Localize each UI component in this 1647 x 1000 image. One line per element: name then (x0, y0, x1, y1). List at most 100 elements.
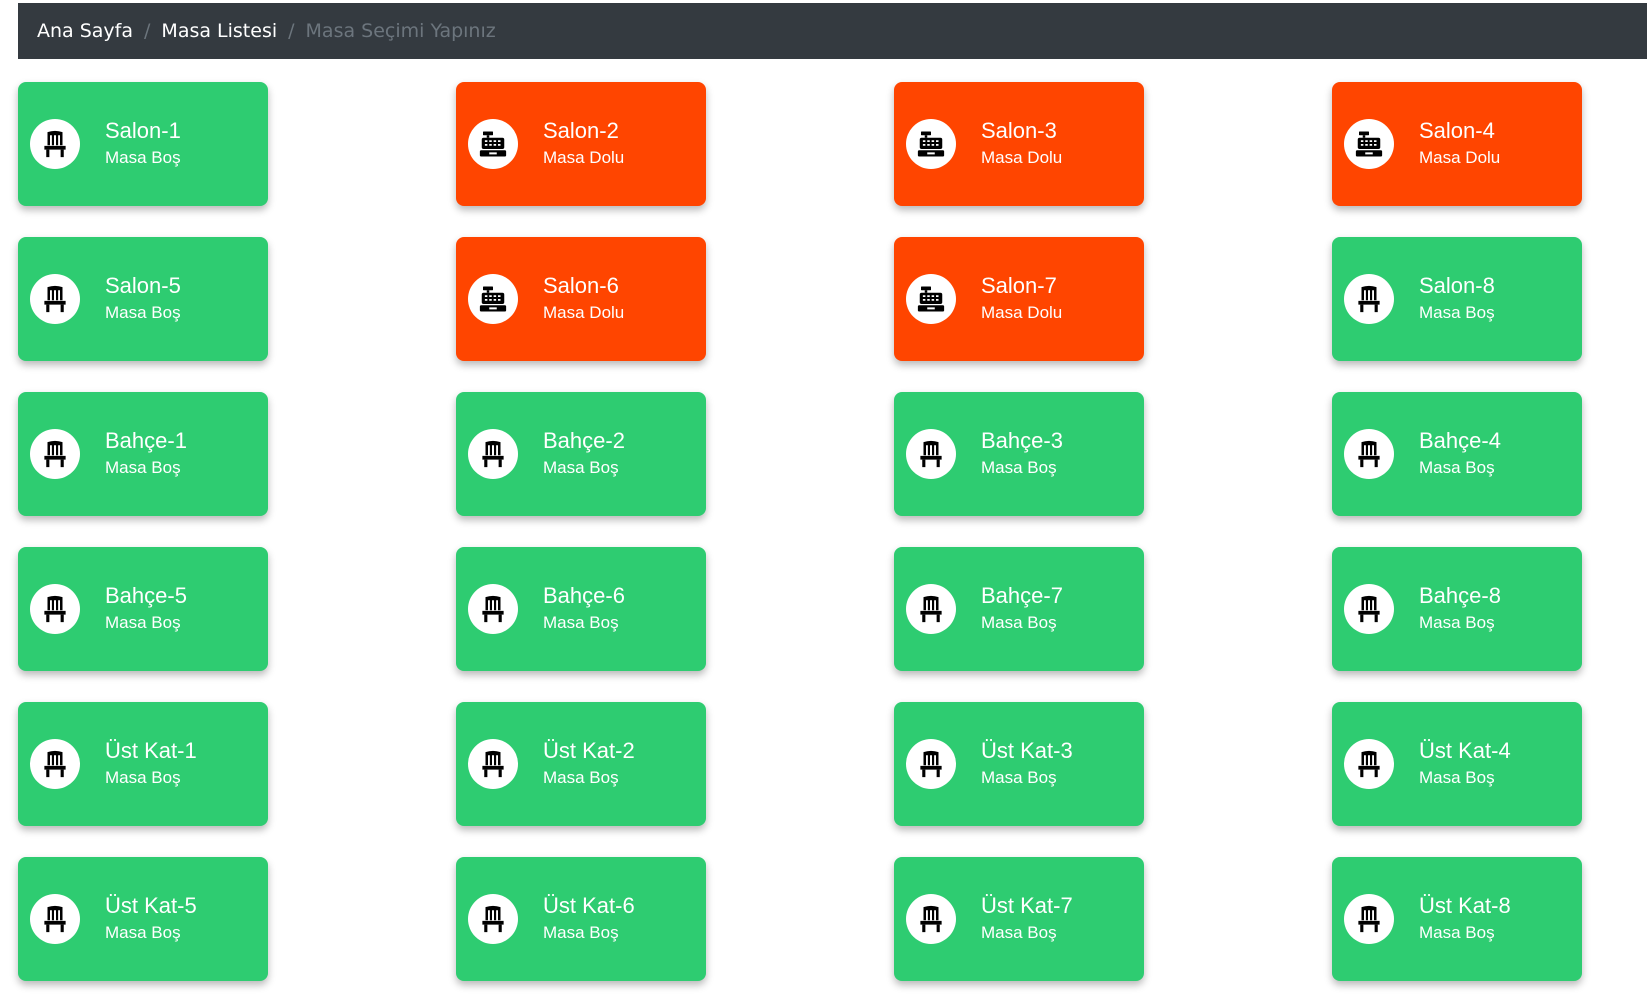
table-status: Masa Boş (543, 923, 619, 942)
table-status: Masa Boş (105, 768, 181, 787)
table-card[interactable]: Üst Kat-4 Masa Boş (1332, 702, 1582, 826)
breadcrumb-current-page: Masa Seçimi Yapınız (305, 20, 496, 42)
table-name: Bahçe-5 (105, 583, 187, 608)
table-card[interactable]: Üst Kat-2 Masa Boş (456, 702, 706, 826)
table-status: Masa Boş (543, 458, 619, 477)
table-card[interactable]: Salon-4 Masa Dolu (1332, 82, 1582, 206)
table-name: Salon-5 (105, 273, 181, 298)
cash-register-icon (906, 119, 956, 169)
table-name: Üst Kat-1 (105, 738, 197, 763)
table-name: Bahçe-8 (1419, 583, 1501, 608)
table-status: Masa Boş (105, 613, 181, 632)
table-status: Masa Boş (543, 613, 619, 632)
table-name: Salon-4 (1419, 118, 1495, 143)
breadcrumb-table-list-link[interactable]: Masa Listesi (161, 20, 277, 42)
table-card[interactable]: Üst Kat-1 Masa Boş (18, 702, 268, 826)
table-card[interactable]: Bahçe-8 Masa Boş (1332, 547, 1582, 671)
table-status: Masa Boş (105, 148, 181, 167)
table-card[interactable]: Salon-2 Masa Dolu (456, 82, 706, 206)
table-name: Bahçe-7 (981, 583, 1063, 608)
table-name: Salon-7 (981, 273, 1057, 298)
table-status: Masa Dolu (543, 303, 625, 322)
table-name: Üst Kat-7 (981, 893, 1073, 918)
chair-icon (30, 429, 80, 479)
table-card[interactable]: Üst Kat-8 Masa Boş (1332, 857, 1582, 981)
table-status: Masa Dolu (981, 148, 1063, 167)
table-name: Salon-1 (105, 118, 181, 143)
table-card[interactable]: Salon-7 Masa Dolu (894, 237, 1144, 361)
table-name: Bahçe-6 (543, 583, 625, 608)
cash-register-icon (1344, 119, 1394, 169)
chair-icon (468, 894, 518, 944)
table-name: Bahçe-4 (1419, 428, 1501, 453)
table-status: Masa Dolu (543, 148, 625, 167)
breadcrumb-home-link[interactable]: Ana Sayfa (37, 20, 133, 42)
table-status: Masa Boş (981, 923, 1057, 942)
table-status: Masa Dolu (1419, 148, 1501, 167)
table-status: Masa Boş (105, 458, 181, 477)
table-name: Salon-6 (543, 273, 619, 298)
table-name: Bahçe-1 (105, 428, 187, 453)
chair-icon (1344, 894, 1394, 944)
table-name: Bahçe-3 (981, 428, 1063, 453)
table-card[interactable]: Bahçe-4 Masa Boş (1332, 392, 1582, 516)
table-status: Masa Boş (105, 923, 181, 942)
chair-icon (468, 739, 518, 789)
table-status: Masa Dolu (981, 303, 1063, 322)
table-card[interactable]: Bahçe-5 Masa Boş (18, 547, 268, 671)
table-name: Salon-2 (543, 118, 619, 143)
table-card[interactable]: Üst Kat-5 Masa Boş (18, 857, 268, 981)
table-status: Masa Boş (981, 768, 1057, 787)
table-card[interactable]: Salon-6 Masa Dolu (456, 237, 706, 361)
table-name: Üst Kat-8 (1419, 893, 1511, 918)
chair-icon (30, 584, 80, 634)
table-name: Bahçe-2 (543, 428, 625, 453)
table-card[interactable]: Bahçe-1 Masa Boş (18, 392, 268, 516)
table-card[interactable]: Üst Kat-6 Masa Boş (456, 857, 706, 981)
chair-icon (30, 894, 80, 944)
table-card[interactable]: Salon-8 Masa Boş (1332, 237, 1582, 361)
table-status: Masa Boş (1419, 768, 1495, 787)
table-card[interactable]: Üst Kat-3 Masa Boş (894, 702, 1144, 826)
cash-register-icon (906, 274, 956, 324)
table-card[interactable]: Salon-3 Masa Dolu (894, 82, 1144, 206)
table-card[interactable]: Salon-5 Masa Boş (18, 237, 268, 361)
table-name: Üst Kat-6 (543, 893, 635, 918)
cash-register-icon (468, 119, 518, 169)
chair-icon (1344, 739, 1394, 789)
chair-icon (30, 119, 80, 169)
table-name: Üst Kat-2 (543, 738, 635, 763)
chair-icon (906, 429, 956, 479)
chair-icon (906, 894, 956, 944)
table-name: Salon-8 (1419, 273, 1495, 298)
table-card[interactable]: Üst Kat-7 Masa Boş (894, 857, 1144, 981)
table-card[interactable]: Salon-1 Masa Boş (18, 82, 268, 206)
table-status: Masa Boş (1419, 923, 1495, 942)
table-card[interactable]: Bahçe-2 Masa Boş (456, 392, 706, 516)
table-name: Üst Kat-4 (1419, 738, 1511, 763)
table-status: Masa Boş (1419, 613, 1495, 632)
chair-icon (468, 584, 518, 634)
table-status: Masa Boş (1419, 458, 1495, 477)
table-card[interactable]: Bahçe-3 Masa Boş (894, 392, 1144, 516)
chair-icon (906, 584, 956, 634)
table-name: Üst Kat-3 (981, 738, 1073, 763)
chair-icon (1344, 274, 1394, 324)
breadcrumb: Ana Sayfa / Masa Listesi / Masa Seçimi Y… (18, 3, 1647, 59)
table-card[interactable]: Bahçe-6 Masa Boş (456, 547, 706, 671)
chair-icon (30, 274, 80, 324)
breadcrumb-separator: / (288, 20, 295, 42)
breadcrumb-separator: / (144, 20, 151, 42)
table-status: Masa Boş (981, 613, 1057, 632)
chair-icon (1344, 429, 1394, 479)
chair-icon (30, 739, 80, 789)
chair-icon (906, 739, 956, 789)
table-status: Masa Boş (981, 458, 1057, 477)
chair-icon (468, 429, 518, 479)
table-status: Masa Boş (105, 303, 181, 322)
table-card[interactable]: Bahçe-7 Masa Boş (894, 547, 1144, 671)
table-status: Masa Boş (543, 768, 619, 787)
table-grid: Salon-1 Masa Boş Salon-2 Masa Dolu Salon… (18, 82, 1582, 981)
cash-register-icon (468, 274, 518, 324)
table-name: Salon-3 (981, 118, 1057, 143)
